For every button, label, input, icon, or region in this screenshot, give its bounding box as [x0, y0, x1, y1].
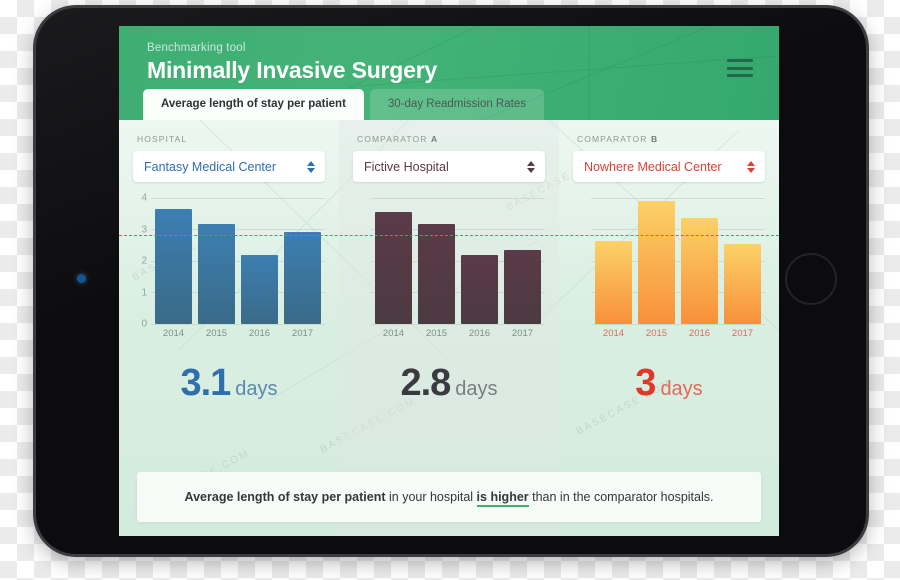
- tablet-device: Benchmarking tool Minimally Invasive Sur…: [36, 8, 866, 554]
- app-screen: Benchmarking tool Minimally Invasive Sur…: [119, 26, 779, 536]
- x-label: 2017: [291, 328, 314, 339]
- comparator-a-select-value: Fictive Hospital: [364, 159, 449, 174]
- y-tick: 2: [141, 255, 147, 267]
- comparator-a-label-suffix: A: [430, 134, 439, 144]
- x-label: 2017: [511, 328, 534, 339]
- summary-unit: days: [235, 378, 278, 400]
- x-label: 2017: [731, 328, 754, 339]
- comparator-b-select-value: Nowhere Medical Center: [584, 159, 722, 174]
- chart-y-axis: 4 3 2 1 0: [131, 193, 147, 330]
- bar-2016[interactable]: [461, 255, 498, 324]
- comparator-b-label-text: COMPARATOR: [577, 134, 648, 144]
- insight-lead: Average length of stay per patient: [184, 490, 386, 504]
- bar-2014[interactable]: [375, 212, 412, 324]
- gridline: [371, 324, 545, 325]
- hamburger-bar-2: [727, 66, 753, 70]
- comparator-a-field-label: COMPARATOR A: [357, 134, 545, 144]
- insight-tail: than in the comparator hospitals.: [528, 490, 714, 504]
- bar-2015[interactable]: [638, 200, 675, 324]
- chart-x-labels: 2014 2015 2016 2017: [155, 328, 321, 339]
- bar-2015[interactable]: [418, 223, 455, 324]
- bar-2016[interactable]: [241, 255, 278, 324]
- x-label: 2014: [602, 328, 625, 339]
- summary-value: 2.8: [400, 362, 451, 404]
- bar-2017[interactable]: [724, 243, 761, 324]
- bar-2014[interactable]: [155, 209, 192, 324]
- bar-2015[interactable]: [198, 223, 235, 324]
- comparator-b-label-suffix: B: [650, 134, 659, 144]
- home-button[interactable]: [785, 253, 837, 305]
- y-tick: 1: [141, 287, 147, 298]
- hospital-field-label: HOSPITAL: [137, 134, 325, 144]
- stepper-down-icon: [307, 167, 315, 173]
- gridline: [151, 324, 325, 325]
- summary-value: 3: [635, 362, 656, 404]
- chart-comparator-b: 2014 2015 2016 2017: [573, 198, 765, 339]
- stepper-arrows-icon[interactable]: [527, 160, 535, 173]
- hospital-select[interactable]: Fantasy Medical Center: [133, 151, 325, 182]
- hamburger-bar-1: [727, 59, 753, 62]
- x-label: 2016: [688, 328, 711, 339]
- page-title: Minimally Invasive Surgery: [147, 57, 438, 83]
- summary-value: 3.1: [180, 362, 231, 404]
- x-label: 2016: [468, 328, 491, 339]
- tab-readmission-rates[interactable]: 30-day Readmission Rates: [369, 89, 544, 120]
- stepper-up-icon: [747, 160, 755, 166]
- stepper-up-icon: [307, 160, 315, 166]
- tab-average-length-of-stay[interactable]: Average length of stay per patient: [143, 89, 364, 120]
- insight-highlight: is higher: [476, 490, 529, 507]
- summary-unit: days: [455, 378, 498, 400]
- bar-2014[interactable]: [595, 240, 632, 324]
- gridline: [591, 324, 765, 325]
- y-tick: 3: [141, 224, 147, 235]
- bar-2016[interactable]: [681, 218, 718, 324]
- chart-comparator-a: 2014 2015 2016 2017: [353, 198, 545, 339]
- comparator-a-label-text: COMPARATOR: [357, 134, 428, 144]
- y-tick: 0: [141, 318, 147, 330]
- stepper-arrows-icon[interactable]: [747, 160, 755, 173]
- header-kicker: Benchmarking tool: [147, 42, 246, 54]
- summary-comparator-a: 2.8 days: [353, 362, 545, 405]
- stepper-down-icon: [527, 167, 535, 173]
- header-text-block: Benchmarking tool Minimally Invasive Sur…: [119, 26, 779, 84]
- bar-2017[interactable]: [504, 249, 541, 324]
- insight-mid: in your hospital: [385, 490, 477, 504]
- hospital-label-text: HOSPITAL: [137, 134, 188, 144]
- stepper-down-icon: [747, 167, 755, 173]
- y-tick: 4: [141, 192, 147, 204]
- stepper-arrows-icon[interactable]: [307, 160, 315, 173]
- chart-x-labels: 2014 2015 2016 2017: [595, 328, 761, 339]
- chart-plot-area: [155, 198, 321, 324]
- x-label: 2015: [645, 328, 668, 339]
- screenshot-canvas: Benchmarking tool Minimally Invasive Sur…: [0, 0, 900, 580]
- x-label: 2014: [382, 328, 405, 339]
- stepper-up-icon: [527, 160, 535, 166]
- chart-hospital: 4 3 2 1 0 2014 2015 2016 2017: [131, 193, 325, 339]
- summary-unit: days: [660, 378, 703, 400]
- front-camera-icon: [77, 274, 86, 283]
- hamburger-menu-icon[interactable]: [727, 59, 753, 77]
- x-label: 2015: [425, 328, 448, 339]
- hospital-select-value: Fantasy Medical Center: [144, 159, 277, 174]
- tab-bar: Average length of stay per patient 30-da…: [119, 89, 544, 120]
- benchmark-board: BASECASE.COM BASECASE.COM BASECASE.COM B…: [119, 120, 779, 536]
- x-label: 2014: [162, 328, 185, 339]
- comparator-b-select[interactable]: Nowhere Medical Center: [573, 151, 765, 182]
- summary-comparator-b: 3 days: [573, 362, 765, 405]
- summary-hospital: 3.1 days: [133, 362, 325, 405]
- comparator-a-select[interactable]: Fictive Hospital: [353, 151, 545, 182]
- chart-plot-area: [375, 198, 541, 324]
- chart-plot-area: [595, 198, 761, 324]
- hamburger-bar-3: [727, 74, 753, 77]
- chart-x-labels: 2014 2015 2016 2017: [375, 328, 541, 339]
- insight-note: Average length of stay per patient in yo…: [137, 472, 761, 522]
- comparator-b-field-label: COMPARATOR B: [577, 134, 765, 144]
- bar-2017[interactable]: [284, 232, 321, 324]
- x-label: 2016: [248, 328, 271, 339]
- x-label: 2015: [205, 328, 228, 339]
- app-header: Benchmarking tool Minimally Invasive Sur…: [119, 26, 779, 120]
